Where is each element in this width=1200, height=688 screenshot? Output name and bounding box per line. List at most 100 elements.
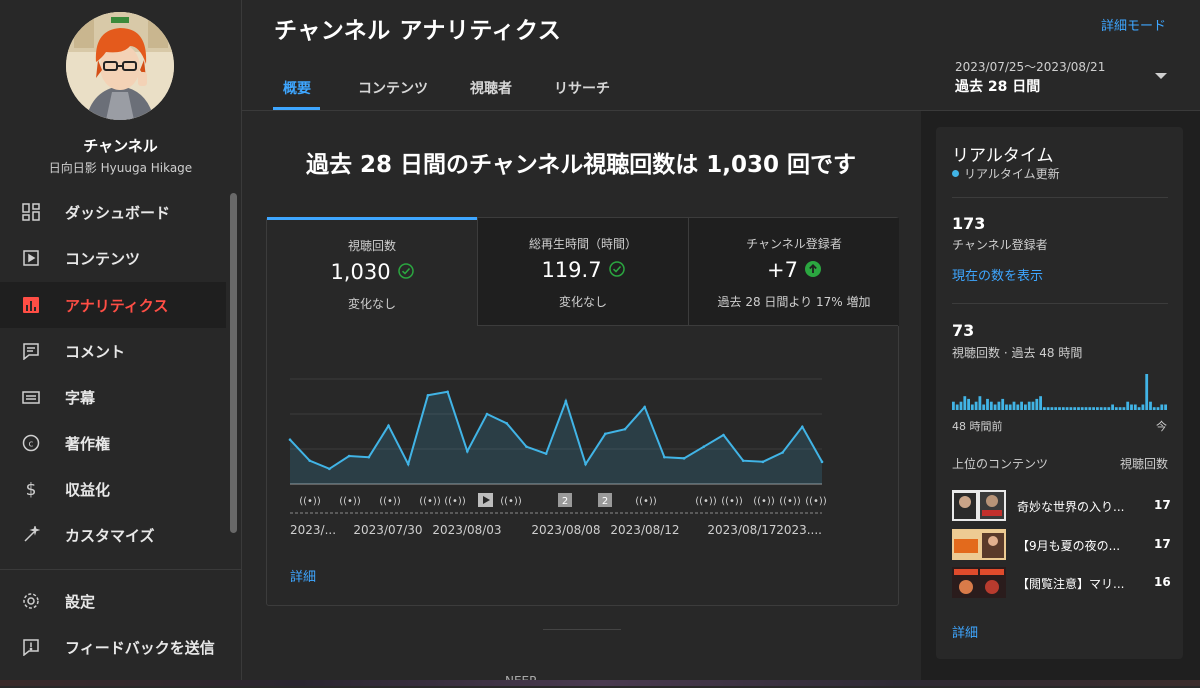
realtime-bar[interactable]: [1092, 407, 1095, 410]
realtime-bar[interactable]: [1133, 404, 1137, 411]
sidebar-item-dashboard[interactable]: ダッシュボード: [0, 189, 226, 235]
realtime-bar[interactable]: [1118, 407, 1122, 410]
live-stream-icon[interactable]: ((•)): [779, 496, 801, 507]
data-point[interactable]: [682, 457, 686, 460]
live-stream-icon[interactable]: ((•)): [805, 496, 827, 507]
realtime-bar[interactable]: [1152, 407, 1156, 410]
realtime-bar[interactable]: [1096, 407, 1099, 410]
metric-subscribers[interactable]: チャンネル登録者 +7 過去 28 日間より 17% 増加: [688, 218, 899, 326]
realtime-bar[interactable]: [1031, 401, 1035, 410]
realtime-bar[interactable]: [1156, 407, 1160, 410]
data-point[interactable]: [820, 460, 824, 464]
realtime-bar[interactable]: [1077, 407, 1080, 410]
realtime-bar[interactable]: [1005, 404, 1008, 411]
realtime-bar[interactable]: [1080, 407, 1084, 410]
realtime-bar[interactable]: [1160, 404, 1164, 411]
top-content-row[interactable]: 【9月も夏の夜の... 17: [952, 529, 1171, 561]
live-stream-icon[interactable]: ((•)): [379, 496, 401, 507]
realtime-bar[interactable]: [1069, 407, 1073, 410]
realtime-bar[interactable]: [1065, 407, 1069, 410]
views-chart[interactable]: 9060300((•))((•))((•))((•))((•))((•))22(…: [270, 360, 840, 538]
realtime-bar[interactable]: [959, 401, 963, 410]
sidebar-item-settings[interactable]: 設定: [0, 578, 226, 624]
sidebar-item-content[interactable]: コンテンツ: [0, 235, 226, 281]
realtime-bar[interactable]: [1054, 407, 1058, 410]
data-point[interactable]: [663, 455, 666, 459]
realtime-bar[interactable]: [1061, 407, 1065, 410]
data-point[interactable]: [584, 462, 587, 466]
realtime-bar-chart[interactable]: [952, 372, 1168, 412]
data-point[interactable]: [466, 450, 469, 453]
data-point[interactable]: [800, 425, 804, 429]
realtime-bar[interactable]: [955, 404, 959, 411]
realtime-bar[interactable]: [1008, 404, 1012, 411]
data-point[interactable]: [505, 422, 509, 425]
realtime-detail-link[interactable]: 詳細: [952, 622, 978, 641]
realtime-bar[interactable]: [963, 396, 967, 410]
data-point[interactable]: [426, 394, 430, 397]
sidebar-item-comments[interactable]: コメント: [0, 328, 226, 374]
data-point[interactable]: [603, 432, 607, 436]
video-upload-icon[interactable]: [478, 493, 493, 507]
channel-avatar[interactable]: [66, 12, 174, 120]
sidebar-item-subtitles[interactable]: 字幕: [0, 374, 226, 420]
date-range[interactable]: 2023/07/25～2023/08/21: [955, 58, 1105, 75]
metric-views[interactable]: 視聴回数 1,030 変化なし: [267, 217, 477, 328]
realtime-bar[interactable]: [1050, 407, 1054, 410]
chevron-down-icon[interactable]: [1155, 73, 1167, 79]
upload-count-badge[interactable]: 2: [598, 493, 612, 507]
sidebar-item-analytics[interactable]: アナリティクス: [0, 282, 226, 328]
realtime-bar[interactable]: [1088, 407, 1092, 410]
data-point[interactable]: [623, 427, 627, 431]
realtime-bar[interactable]: [1164, 404, 1167, 411]
realtime-bar[interactable]: [1114, 407, 1118, 410]
data-point[interactable]: [446, 390, 449, 394]
tab-audience[interactable]: 視聴者: [470, 78, 512, 98]
tab-research[interactable]: リサーチ: [554, 78, 610, 98]
realtime-bar[interactable]: [1035, 398, 1039, 410]
realtime-bar[interactable]: [997, 401, 1001, 410]
top-content-row[interactable]: 【閲覧注意】マリ... 16: [952, 567, 1171, 599]
realtime-bar[interactable]: [967, 398, 970, 410]
data-point[interactable]: [722, 433, 725, 437]
realtime-bar[interactable]: [993, 404, 997, 411]
analytics-detail-link[interactable]: 詳細: [290, 566, 316, 585]
live-stream-icon[interactable]: ((•)): [753, 496, 775, 507]
realtime-bar[interactable]: [1130, 404, 1133, 411]
realtime-bar[interactable]: [1107, 407, 1111, 410]
realtime-bar[interactable]: [989, 401, 993, 410]
live-stream-icon[interactable]: ((•)): [635, 496, 657, 507]
detail-mode-link[interactable]: 詳細モード: [1101, 15, 1166, 34]
data-point[interactable]: [387, 424, 390, 427]
data-point[interactable]: [702, 445, 706, 448]
top-content-row[interactable]: 奇妙な世界の入り... 17: [952, 490, 1171, 522]
data-point[interactable]: [761, 460, 765, 464]
data-point[interactable]: [564, 399, 568, 403]
realtime-bar[interactable]: [1145, 374, 1149, 410]
live-stream-icon[interactable]: ((•)): [419, 496, 441, 507]
realtime-bar[interactable]: [1046, 407, 1050, 410]
realtime-bar[interactable]: [1073, 407, 1077, 410]
metric-watch-time[interactable]: 総再生時間（時間） 119.7 変化なし: [477, 218, 688, 326]
data-point[interactable]: [328, 467, 331, 471]
realtime-bar[interactable]: [1103, 407, 1107, 410]
data-point[interactable]: [741, 459, 745, 462]
live-stream-icon[interactable]: ((•)): [721, 496, 743, 507]
live-stream-icon[interactable]: ((•)): [339, 496, 361, 507]
data-point[interactable]: [308, 459, 312, 462]
realtime-bar[interactable]: [986, 398, 989, 410]
realtime-bar[interactable]: [1111, 404, 1114, 411]
date-period[interactable]: 過去 28 日間: [955, 76, 1040, 96]
realtime-bar[interactable]: [974, 401, 978, 410]
data-point[interactable]: [643, 405, 646, 409]
realtime-bar[interactable]: [1027, 401, 1031, 410]
live-stream-icon[interactable]: ((•)): [299, 496, 321, 507]
realtime-bar[interactable]: [1122, 407, 1126, 410]
realtime-bar[interactable]: [1084, 407, 1088, 410]
realtime-bar[interactable]: [1001, 398, 1005, 410]
realtime-bar[interactable]: [982, 404, 986, 411]
data-point[interactable]: [288, 438, 292, 441]
realtime-bar[interactable]: [1126, 401, 1130, 410]
realtime-bar[interactable]: [1141, 404, 1145, 411]
tab-content[interactable]: コンテンツ: [358, 78, 428, 98]
